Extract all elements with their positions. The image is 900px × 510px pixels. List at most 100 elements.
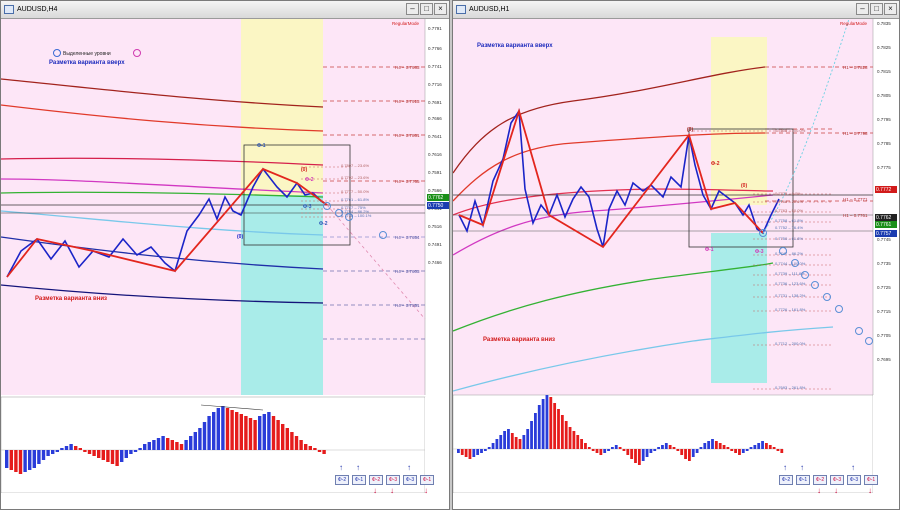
osc-bar [87, 450, 92, 454]
left-plot-area[interactable]: RegularMode Выделенные уровни Разметка вар… [1, 19, 449, 509]
osc-bar [290, 432, 294, 450]
left-title-bar[interactable]: AUDUSD,H4 – □ × [1, 1, 449, 19]
current-price-tag: 0.7750 [428, 203, 444, 209]
price-scale-label: 0.7716 [428, 82, 442, 87]
zero-marker: (0) [301, 167, 307, 173]
osc-bar [97, 450, 101, 458]
osc-bar [514, 437, 518, 449]
right-title-bar[interactable]: AUDUSD,H1 – □ × [453, 1, 899, 19]
osc-bar [267, 412, 271, 450]
price-scale-label: 0.7641 [428, 134, 442, 139]
minimize-button[interactable]: – [856, 3, 869, 15]
osc-bar [684, 449, 687, 459]
fib-label: 0.7747 – 86.2% [775, 251, 803, 256]
nav-button-1[interactable]: Φ-2 [779, 475, 793, 485]
nav-button-5[interactable]: Φ-3 [847, 475, 861, 485]
right-plot-area[interactable]: RegularMode Разметка варианта вверх Размет… [453, 19, 899, 509]
left-chart-window[interactable]: AUDUSD,H4 – □ × RegularMode Выделенные у… [0, 0, 450, 510]
osc-bar [198, 428, 202, 450]
osc-bar [757, 443, 761, 449]
osc-bar [244, 416, 248, 450]
osc-bar [78, 448, 82, 450]
nav-button-6[interactable]: Φ-1 [864, 475, 878, 485]
osc-bar [106, 450, 110, 462]
osc-bar [718, 443, 722, 449]
nav-button-2[interactable]: Φ-1 [796, 475, 810, 485]
osc-bar [634, 449, 637, 463]
osc-bar [202, 422, 207, 450]
nav-button-4[interactable]: Φ-3 [830, 475, 844, 485]
osc-bar [695, 449, 699, 453]
arrow-up-icon: ↑ [851, 463, 855, 472]
fib-label: 0.7712 – 200.0% [775, 341, 806, 346]
osc-bar [688, 449, 691, 461]
nav-button-4[interactable]: Φ-3 [386, 475, 400, 485]
osc-bar [179, 444, 184, 450]
osc-bar [138, 448, 142, 450]
close-button[interactable]: × [884, 3, 897, 15]
zero-marker: (0) [687, 127, 693, 133]
osc-bar [253, 420, 257, 450]
osc-bar [541, 399, 545, 449]
osc-bar [672, 447, 676, 449]
osc-bar [271, 416, 276, 450]
nav-button-3[interactable]: Φ-2 [369, 475, 383, 485]
osc-bar [637, 449, 641, 465]
nav-button-5[interactable]: Φ-3 [403, 475, 417, 485]
osc-bar [626, 449, 630, 455]
phi3-marker: Φ-3 [303, 204, 312, 210]
osc-bar [225, 408, 230, 450]
arrow-up-icon: ↑ [800, 463, 804, 472]
fib-label: 0.7768 – 23.6% [775, 199, 803, 204]
osc-bar [32, 450, 36, 468]
nav-button-6[interactable]: Φ-1 [420, 475, 434, 485]
osc-bar [714, 441, 718, 449]
right-target-zone-cyan [711, 233, 767, 383]
mode-label: RegularMode [392, 21, 420, 26]
upper-variant-label: Разметка варианта вверх [49, 60, 125, 66]
price-scale-label: 0.7566 [428, 188, 442, 193]
price-scale-label: 0.7785 [877, 141, 891, 146]
osc-bar [317, 450, 322, 452]
osc-bar [653, 449, 657, 451]
left-target-zone-cyan [241, 195, 323, 395]
osc-bar [14, 450, 18, 472]
level-label: H1 – 0.7771 [843, 197, 868, 202]
osc-bar [761, 441, 764, 449]
osc-bar [472, 449, 476, 457]
left-time-axis [1, 493, 449, 509]
level-label: H4 – 0.7551 [395, 303, 420, 308]
nav-button-1[interactable]: Φ-2 [335, 475, 349, 485]
nav-button-3[interactable]: Φ-2 [813, 475, 827, 485]
osc-bar [322, 450, 326, 454]
price-scale-label: 0.7695 [877, 357, 891, 362]
osc-bar [699, 447, 703, 449]
lower-variant-label: Разметка варианта вниз [35, 296, 107, 302]
osc-bar [124, 450, 128, 458]
osc-bar [294, 436, 299, 450]
price-scale-label: 0.7791 [428, 26, 442, 31]
price-scale-label: 0.7835 [877, 21, 891, 26]
osc-bar [645, 449, 649, 457]
phi1-marker: Φ-1 [705, 247, 714, 253]
fib-label: 0.7750 – 61.8% [775, 236, 803, 241]
osc-bar [115, 450, 119, 466]
nav-button-2[interactable]: Φ-1 [352, 475, 366, 485]
minimize-button[interactable]: – [406, 3, 419, 15]
maximize-button[interactable]: □ [420, 3, 433, 15]
maximize-button[interactable]: □ [870, 3, 883, 15]
osc-bar [230, 410, 234, 450]
close-button[interactable]: × [434, 3, 447, 15]
osc-bar [464, 449, 468, 457]
osc-bar [534, 413, 537, 449]
osc-bar [707, 441, 711, 449]
osc-bar [189, 436, 193, 450]
osc-bar [9, 450, 13, 470]
osc-bar [239, 414, 243, 450]
arrow-up-icon: ↑ [407, 463, 411, 472]
right-chart-window[interactable]: AUDUSD,H1 – □ × RegularMode Разметка вар… [452, 0, 900, 510]
fib-label: 0.7775 – 0.0% [775, 191, 801, 196]
osc-bar [64, 446, 69, 450]
osc-bar [41, 450, 46, 460]
price-scale-label: 0.7825 [877, 45, 891, 50]
